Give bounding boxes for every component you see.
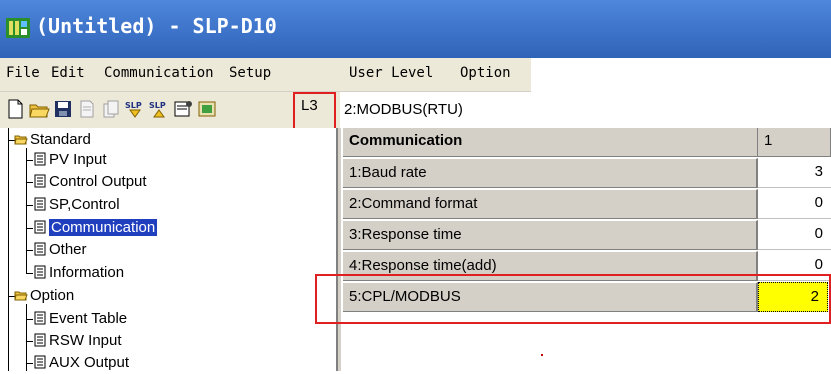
grid-header-label: Communication xyxy=(343,128,758,157)
open-folder-icon[interactable] xyxy=(28,98,50,120)
properties-icon[interactable] xyxy=(172,98,194,120)
save-icon[interactable] xyxy=(52,98,74,120)
menu-bar-empty xyxy=(531,58,831,91)
row-label-response-time: 3:Response time xyxy=(343,220,758,250)
tree-view: Standard PV Input Control Output SP,Cont… xyxy=(0,128,338,371)
menu-user-level[interactable]: User Level xyxy=(349,65,433,81)
menu-edit[interactable]: Edit xyxy=(51,65,85,81)
row-value-response-time[interactable]: 0 xyxy=(758,220,831,250)
folder-open-icon xyxy=(14,132,28,146)
document-icon xyxy=(33,220,47,234)
print-preview-icon[interactable] xyxy=(76,98,98,120)
menu-option[interactable]: Option xyxy=(460,65,511,81)
document-icon xyxy=(33,152,47,166)
document-icon xyxy=(33,197,47,211)
tree-item-aux-output[interactable]: AUX Output xyxy=(33,354,129,372)
tree-item-other[interactable]: Other xyxy=(33,241,87,259)
row-value-command-format[interactable]: 0 xyxy=(758,189,831,219)
stray-dot xyxy=(541,354,543,356)
grid-header-column: 1 xyxy=(758,128,831,157)
app-icon xyxy=(6,18,30,38)
tree-item-rsw-input[interactable]: RSW Input xyxy=(33,332,122,350)
tree-item-communication[interactable]: Communication xyxy=(33,219,158,237)
export-icon[interactable] xyxy=(196,98,218,120)
window-title: (Untitled) - SLP-D10 xyxy=(36,14,277,38)
tree-item-information[interactable]: Information xyxy=(33,264,124,282)
menu-communication[interactable]: Communication xyxy=(104,65,214,81)
annotation-box-level xyxy=(293,92,336,131)
document-icon xyxy=(33,355,47,369)
tree-item-control-output[interactable]: Control Output xyxy=(33,173,147,191)
tree-item-event-table[interactable]: Event Table xyxy=(33,310,127,328)
tree-item-sp-control[interactable]: SP,Control xyxy=(33,196,120,214)
annotation-box-cpl-modbus xyxy=(315,274,831,324)
document-icon xyxy=(33,311,47,325)
folder-open-icon xyxy=(14,288,28,302)
row-value-baud-rate[interactable]: 3 xyxy=(758,158,831,188)
tree-item-pv-input[interactable]: PV Input xyxy=(33,151,107,169)
document-icon xyxy=(33,174,47,188)
slp-upload-icon[interactable]: SLP xyxy=(124,98,146,120)
slp-download-icon[interactable]: SLP xyxy=(148,98,170,120)
tree-group-standard[interactable]: Standard xyxy=(14,131,91,149)
svg-text:SLP: SLP xyxy=(125,101,142,110)
document-icon xyxy=(33,333,47,347)
tree-group-option[interactable]: Option xyxy=(14,287,74,305)
title-bar: (Untitled) - SLP-D10 xyxy=(0,0,831,58)
row-label-command-format: 2:Command format xyxy=(343,189,758,219)
menu-bar: File Edit Communication Setup User Level… xyxy=(0,58,531,92)
copy-icon[interactable] xyxy=(100,98,122,120)
svg-text:SLP: SLP xyxy=(149,101,166,110)
row-label-baud-rate: 1:Baud rate xyxy=(343,158,758,188)
menu-file[interactable]: File xyxy=(6,65,40,81)
protocol-label: 2:MODBUS(RTU) xyxy=(344,101,463,118)
document-icon xyxy=(33,265,47,279)
new-file-icon[interactable] xyxy=(4,98,26,120)
toolbar: SLP SLP xyxy=(0,92,340,128)
document-icon xyxy=(33,242,47,256)
menu-setup[interactable]: Setup xyxy=(229,65,271,81)
